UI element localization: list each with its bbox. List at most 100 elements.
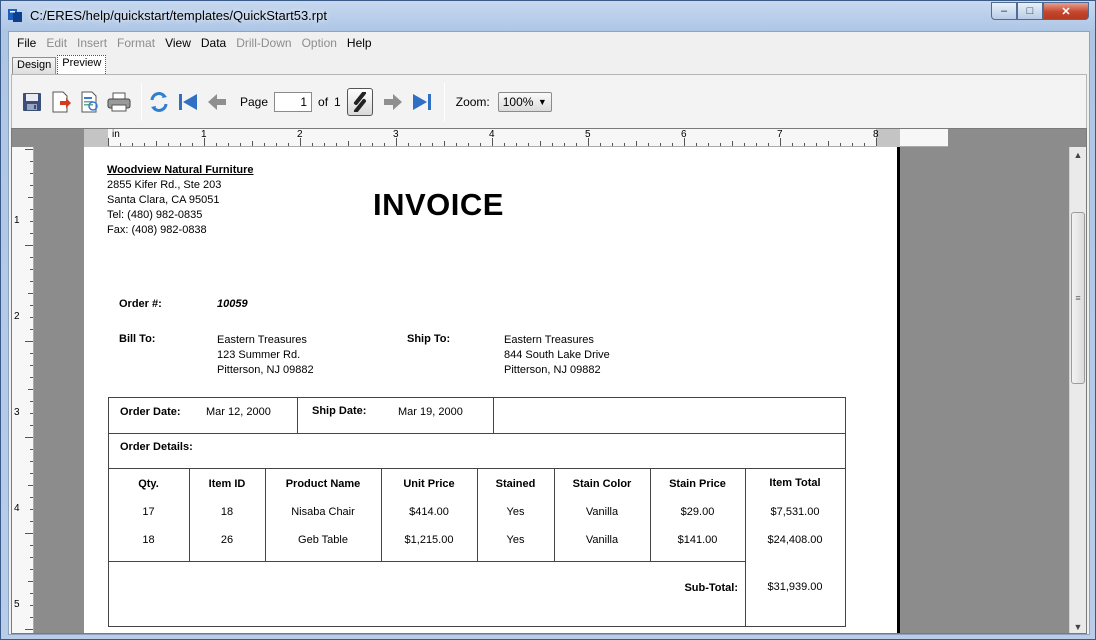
ruler-tick [144, 143, 145, 146]
table-cell: 26 [220, 534, 234, 546]
export-html-icon[interactable] [78, 90, 102, 114]
tab-design[interactable]: Design [12, 57, 57, 74]
maximize-button[interactable]: □ [1017, 2, 1043, 20]
refresh-icon[interactable] [147, 90, 171, 114]
ruler-tick [240, 143, 241, 146]
report-viewport[interactable]: in 1 2 3 4 5 6 7 8 1 2 3 4 5 Woodview Na [11, 128, 1087, 634]
ruler-tick [360, 143, 361, 146]
ruler-unit: in [112, 129, 120, 140]
ruler-tick [516, 143, 517, 146]
ruler-tick [28, 581, 33, 582]
zoom-select[interactable]: 100% ▼ [497, 91, 552, 112]
app-icon [7, 7, 23, 23]
ruler-margin-right [876, 129, 900, 147]
scroll-thumb[interactable]: ≡ [1071, 212, 1085, 384]
ruler-tick [30, 305, 33, 306]
menu-format[interactable]: Format [112, 36, 160, 50]
menu-drill-down[interactable]: Drill-Down [231, 36, 296, 50]
subtotal-label: Sub-Total: [684, 582, 738, 594]
ruler-tick [192, 143, 193, 146]
ruler-tick [324, 143, 325, 146]
ship-to-label: Ship To: [407, 333, 451, 345]
order-details-label: Order Details: [120, 441, 193, 453]
ruler-tick [264, 143, 265, 146]
table-divider [493, 397, 494, 434]
menu-insert[interactable]: Insert [72, 36, 112, 50]
ruler-tick [30, 497, 33, 498]
order-number: 10059 [217, 298, 248, 310]
ruler-tick [288, 143, 289, 146]
ruler-tick [30, 473, 33, 474]
first-page-icon[interactable] [176, 90, 200, 114]
close-button[interactable]: ✕ [1043, 2, 1089, 20]
scroll-up-icon[interactable]: ▲ [1070, 147, 1086, 163]
ruler-tick [30, 233, 33, 234]
ruler-tick [108, 138, 109, 146]
bill-to-line: Pitterson, NJ 09882 [217, 364, 314, 376]
menu-edit[interactable]: Edit [41, 36, 72, 50]
client-area: File Edit Insert Format View Data Drill-… [8, 31, 1090, 635]
ruler-tick [30, 401, 33, 402]
ruler-tick [30, 257, 33, 258]
ship-to-line: Pitterson, NJ 09882 [504, 364, 601, 376]
page-total: 1 [334, 94, 341, 109]
page-toggle-button[interactable] [346, 87, 373, 116]
company-address-line: Santa Clara, CA 95051 [107, 194, 220, 206]
vertical-scrollbar[interactable]: ▲ ≡ ▼ [1069, 147, 1086, 633]
ruler-tick [768, 143, 769, 146]
table-divider [297, 397, 298, 434]
ruler-tick [792, 143, 793, 146]
bill-to-line: Eastern Treasures [217, 334, 307, 346]
ruler-tick [864, 143, 865, 146]
ruler-tick [804, 143, 805, 146]
ruler-tick [30, 209, 33, 210]
menu-view[interactable]: View [160, 36, 196, 50]
ruler-tick [216, 143, 217, 146]
window-controls: – □ ✕ [991, 2, 1089, 21]
table-cell: Vanilla [585, 506, 619, 518]
menu-file[interactable]: File [12, 36, 41, 50]
menu-data[interactable]: Data [196, 36, 231, 50]
ruler-tick [312, 143, 313, 146]
menu-option[interactable]: Option [297, 36, 342, 50]
ruler-tick [660, 143, 661, 146]
ruler-tick [28, 389, 33, 390]
export-icon[interactable] [49, 90, 73, 114]
ruler-tick [756, 143, 757, 146]
table-divider [745, 468, 746, 627]
ruler-tick [120, 143, 121, 146]
ruler-tick [420, 143, 421, 146]
page-number-input[interactable] [274, 91, 313, 112]
ruler-tick [600, 143, 601, 146]
preview-toolbar: Page of 1 Zoom: 100% ▼ [11, 74, 1087, 128]
column-header: Stain Price [669, 478, 726, 490]
ruler-tick [30, 605, 33, 606]
horizontal-ruler: in 1 2 3 4 5 6 7 8 [84, 129, 948, 147]
report-page: Woodview Natural Furniture 2855 Kifer Rd… [84, 147, 900, 633]
menu-help[interactable]: Help [342, 36, 377, 50]
ruler-tick [468, 143, 469, 146]
save-icon[interactable] [20, 90, 44, 114]
table-cell: $29.00 [680, 506, 715, 518]
ruler-tick [840, 143, 841, 146]
table-cell: $1,215.00 [404, 534, 454, 546]
ruler-mark: 5 [585, 129, 591, 140]
scroll-down-icon[interactable]: ▼ [1070, 619, 1086, 633]
zoom-label: Zoom: [455, 94, 490, 109]
last-page-icon[interactable] [410, 90, 434, 114]
tab-preview[interactable]: Preview [57, 55, 107, 74]
ruler-tick [708, 143, 709, 146]
ruler-tick [480, 143, 481, 146]
print-icon[interactable] [107, 90, 131, 114]
next-page-icon[interactable] [381, 90, 405, 114]
column-header: Item Total [769, 477, 821, 489]
ruler-tick [28, 293, 33, 294]
ruler-tick [432, 143, 433, 146]
previous-page-icon[interactable] [205, 90, 229, 114]
ruler-tick [30, 365, 33, 366]
of-label: of [318, 94, 329, 109]
minimize-button[interactable]: – [991, 2, 1017, 20]
ruler-tick [30, 425, 33, 426]
title-bar[interactable]: C:/ERES/help/quickstart/templates/QuickS… [1, 1, 1095, 31]
view-tabs: Design Preview [12, 54, 107, 74]
